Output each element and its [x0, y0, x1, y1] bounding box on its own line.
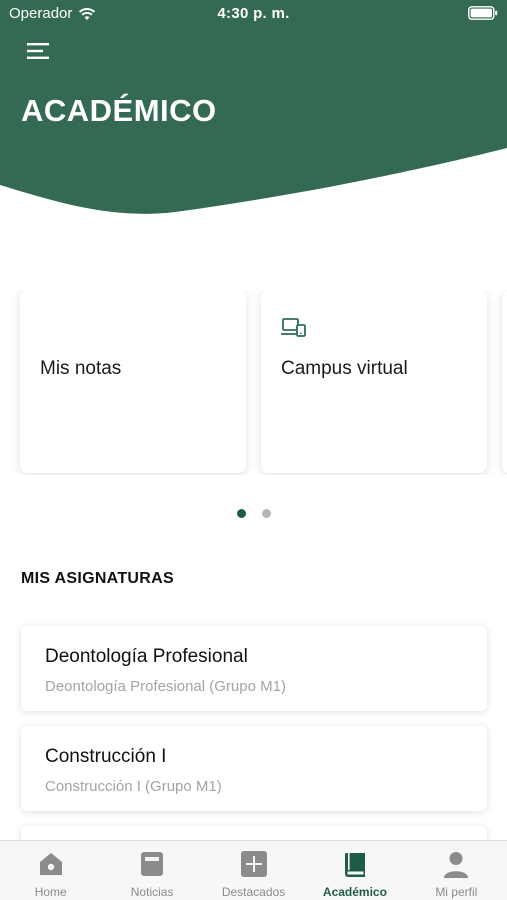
subject-title: Deontología Profesional	[45, 646, 248, 667]
tab-noticias[interactable]: Noticias	[101, 841, 202, 900]
subject-group: Deontología Profesional (Grupo M1)	[45, 678, 286, 695]
hamburger-menu-icon	[27, 43, 49, 59]
tab-bar: Home Noticias Destacados Académico Mi pe…	[0, 840, 507, 900]
news-icon	[141, 852, 164, 876]
card-partial-next[interactable]	[502, 290, 507, 473]
subject-title: Construcción I	[45, 746, 167, 767]
page-dot-active[interactable]	[236, 509, 246, 518]
tab-label: Home	[34, 885, 67, 899]
devices-icon	[281, 318, 306, 337]
plus-icon	[240, 851, 267, 877]
card-campus-virtual[interactable]: Campus virtual	[261, 290, 487, 473]
card-mis-notas[interactable]: Mis notas	[20, 290, 246, 473]
home-icon	[39, 853, 62, 875]
status-time: 4:30 p. m.	[217, 5, 290, 22]
status-bar: Operador 4:30 p. m.	[0, 0, 507, 28]
page-title: ACADÉMICO	[21, 93, 217, 128]
tab-label: Mi perfil	[435, 885, 478, 899]
subject-card[interactable]: Construcción I Construcción I (Grupo M1)	[21, 726, 487, 811]
tab-home[interactable]: Home	[0, 841, 101, 900]
tab-label: Destacados	[221, 885, 286, 899]
carousel-page-indicator[interactable]	[0, 509, 507, 518]
tab-mi-perfil[interactable]: Mi perfil	[406, 841, 507, 900]
tab-academico[interactable]: Académico	[304, 841, 405, 900]
card-label: Campus virtual	[281, 358, 408, 379]
battery-icon	[468, 6, 498, 20]
section-title-subjects: MIS ASIGNATURAS	[21, 570, 174, 587]
tab-label: Académico	[322, 885, 387, 899]
card-label: Mis notas	[40, 358, 122, 379]
tab-destacados[interactable]: Destacados	[203, 841, 304, 900]
person-icon	[444, 852, 469, 878]
page-dot[interactable]	[261, 509, 271, 518]
subject-group: Construcción I (Grupo M1)	[45, 778, 222, 795]
menu-button[interactable]	[24, 38, 54, 64]
quick-access-carousel[interactable]: Mis notas Campus virtual	[0, 290, 507, 475]
tab-label: Noticias	[130, 885, 174, 899]
book-icon	[344, 853, 365, 877]
subject-card[interactable]: Deontología Profesional Deontología Prof…	[21, 626, 487, 711]
